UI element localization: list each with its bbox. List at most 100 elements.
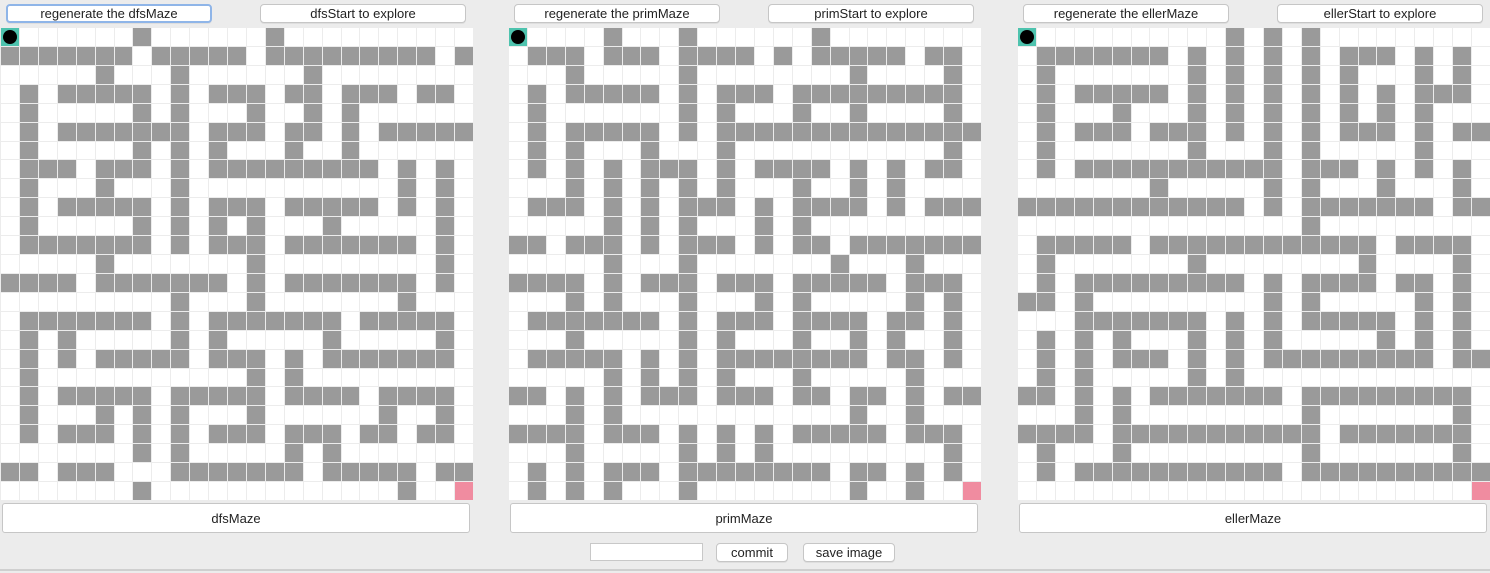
maze-wall-cell: [284, 236, 303, 255]
maze-path-cell: [660, 425, 679, 444]
maze-wall-cell: [1320, 160, 1339, 179]
maze-path-cell: [906, 28, 925, 46]
maze-path-cell: [133, 65, 152, 84]
maze-path-cell: [265, 179, 284, 198]
maze-wall-cell: [1188, 273, 1207, 292]
maze-path-cell: [322, 179, 341, 198]
maze-wall-cell: [1377, 349, 1396, 368]
maze-path-cell: [754, 65, 773, 84]
maze-path-cell: [1396, 46, 1415, 65]
maze-path-cell: [546, 122, 565, 141]
maze-wall-cell: [754, 236, 773, 255]
maze-wall-cell: [1282, 236, 1301, 255]
maze-path-cell: [1169, 482, 1188, 500]
maze-wall-cell: [1112, 198, 1131, 217]
maze-wall-cell: [133, 160, 152, 179]
maze-path-cell: [1472, 84, 1490, 103]
dfs-start-explore-button[interactable]: dfsStart to explore: [260, 4, 466, 23]
maze-path-cell: [303, 368, 322, 387]
prim-maze-panel: regenerate the primMaze primStart to exp…: [508, 0, 982, 536]
maze-wall-cell: [1131, 198, 1150, 217]
maze-wall-cell: [57, 425, 76, 444]
commit-button[interactable]: commit: [716, 543, 788, 562]
maze-wall-cell: [341, 236, 360, 255]
maze-path-cell: [1358, 444, 1377, 463]
maze-path-cell: [906, 103, 925, 122]
maze-path-cell: [1339, 292, 1358, 311]
maze-wall-cell: [1131, 46, 1150, 65]
maze-path-cell: [284, 217, 303, 236]
maze-wall-cell: [114, 122, 133, 141]
regenerate-prim-maze-button[interactable]: regenerate the primMaze: [514, 4, 720, 23]
maze-path-cell: [736, 179, 754, 198]
maze-size-input[interactable]: [590, 543, 703, 561]
maze-wall-cell: [360, 273, 379, 292]
maze-wall-cell: [925, 46, 944, 65]
maze-wall-cell: [114, 84, 133, 103]
maze-wall-cell: [284, 368, 303, 387]
maze-wall-cell: [679, 255, 698, 273]
maze-wall-cell: [133, 198, 152, 217]
maze-wall-cell: [57, 84, 76, 103]
maze-path-cell: [38, 84, 57, 103]
maze-wall-cell: [1301, 103, 1320, 122]
maze-path-cell: [417, 444, 436, 463]
maze-path-cell: [622, 160, 641, 179]
maze-wall-cell: [265, 46, 284, 65]
eller-start-explore-button[interactable]: ellerStart to explore: [1277, 4, 1483, 23]
save-image-button[interactable]: save image: [803, 543, 895, 562]
maze-path-cell: [1055, 273, 1074, 292]
maze-wall-cell: [1055, 198, 1074, 217]
maze-wall-cell: [565, 330, 584, 349]
maze-path-cell: [76, 368, 95, 387]
maze-path-cell: [868, 103, 887, 122]
maze-path-cell: [76, 406, 95, 425]
maze-path-cell: [190, 368, 209, 387]
prim-start-explore-button[interactable]: primStart to explore: [768, 4, 974, 23]
maze-path-cell: [1055, 65, 1074, 84]
maze-path-cell: [1018, 84, 1036, 103]
maze-path-cell: [284, 103, 303, 122]
maze-path-cell: [1, 406, 19, 425]
maze-wall-cell: [1112, 160, 1131, 179]
maze-wall-cell: [95, 65, 114, 84]
maze-wall-cell: [679, 387, 698, 406]
maze-path-cell: [509, 198, 527, 217]
maze-wall-cell: [1320, 273, 1339, 292]
maze-wall-cell: [1377, 84, 1396, 103]
maze-wall-cell: [1301, 217, 1320, 236]
maze-path-cell: [736, 103, 754, 122]
maze-path-cell: [209, 103, 228, 122]
maze-wall-cell: [1226, 311, 1245, 330]
regenerate-eller-maze-button[interactable]: regenerate the ellerMaze: [1023, 4, 1229, 23]
maze-wall-cell: [906, 311, 925, 330]
maze-wall-cell: [38, 236, 57, 255]
maze-wall-cell: [603, 46, 622, 65]
maze-wall-cell: [303, 84, 322, 103]
maze-wall-cell: [849, 198, 868, 217]
prim-maze-label: primMaze: [510, 503, 978, 533]
maze-path-cell: [1245, 198, 1263, 217]
maze-wall-cell: [565, 406, 584, 425]
maze-wall-cell: [906, 463, 925, 482]
maze-path-cell: [622, 217, 641, 236]
maze-wall-cell: [1188, 387, 1207, 406]
maze-path-cell: [622, 103, 641, 122]
regenerate-dfs-maze-button[interactable]: regenerate the dfsMaze: [6, 4, 212, 23]
maze-path-cell: [546, 292, 565, 311]
maze-wall-cell: [95, 255, 114, 273]
maze-path-cell: [1093, 330, 1112, 349]
maze-path-cell: [38, 292, 57, 311]
maze-wall-cell: [114, 236, 133, 255]
maze-wall-cell: [565, 292, 584, 311]
maze-path-cell: [717, 28, 736, 46]
maze-path-cell: [171, 482, 190, 500]
maze-wall-cell: [527, 463, 546, 482]
maze-path-cell: [565, 28, 584, 46]
maze-path-cell: [398, 368, 417, 387]
maze-path-cell: [830, 482, 849, 500]
maze-wall-cell: [171, 273, 190, 292]
maze-path-cell: [1434, 444, 1453, 463]
maze-wall-cell: [1150, 236, 1169, 255]
maze-wall-cell: [1434, 236, 1453, 255]
